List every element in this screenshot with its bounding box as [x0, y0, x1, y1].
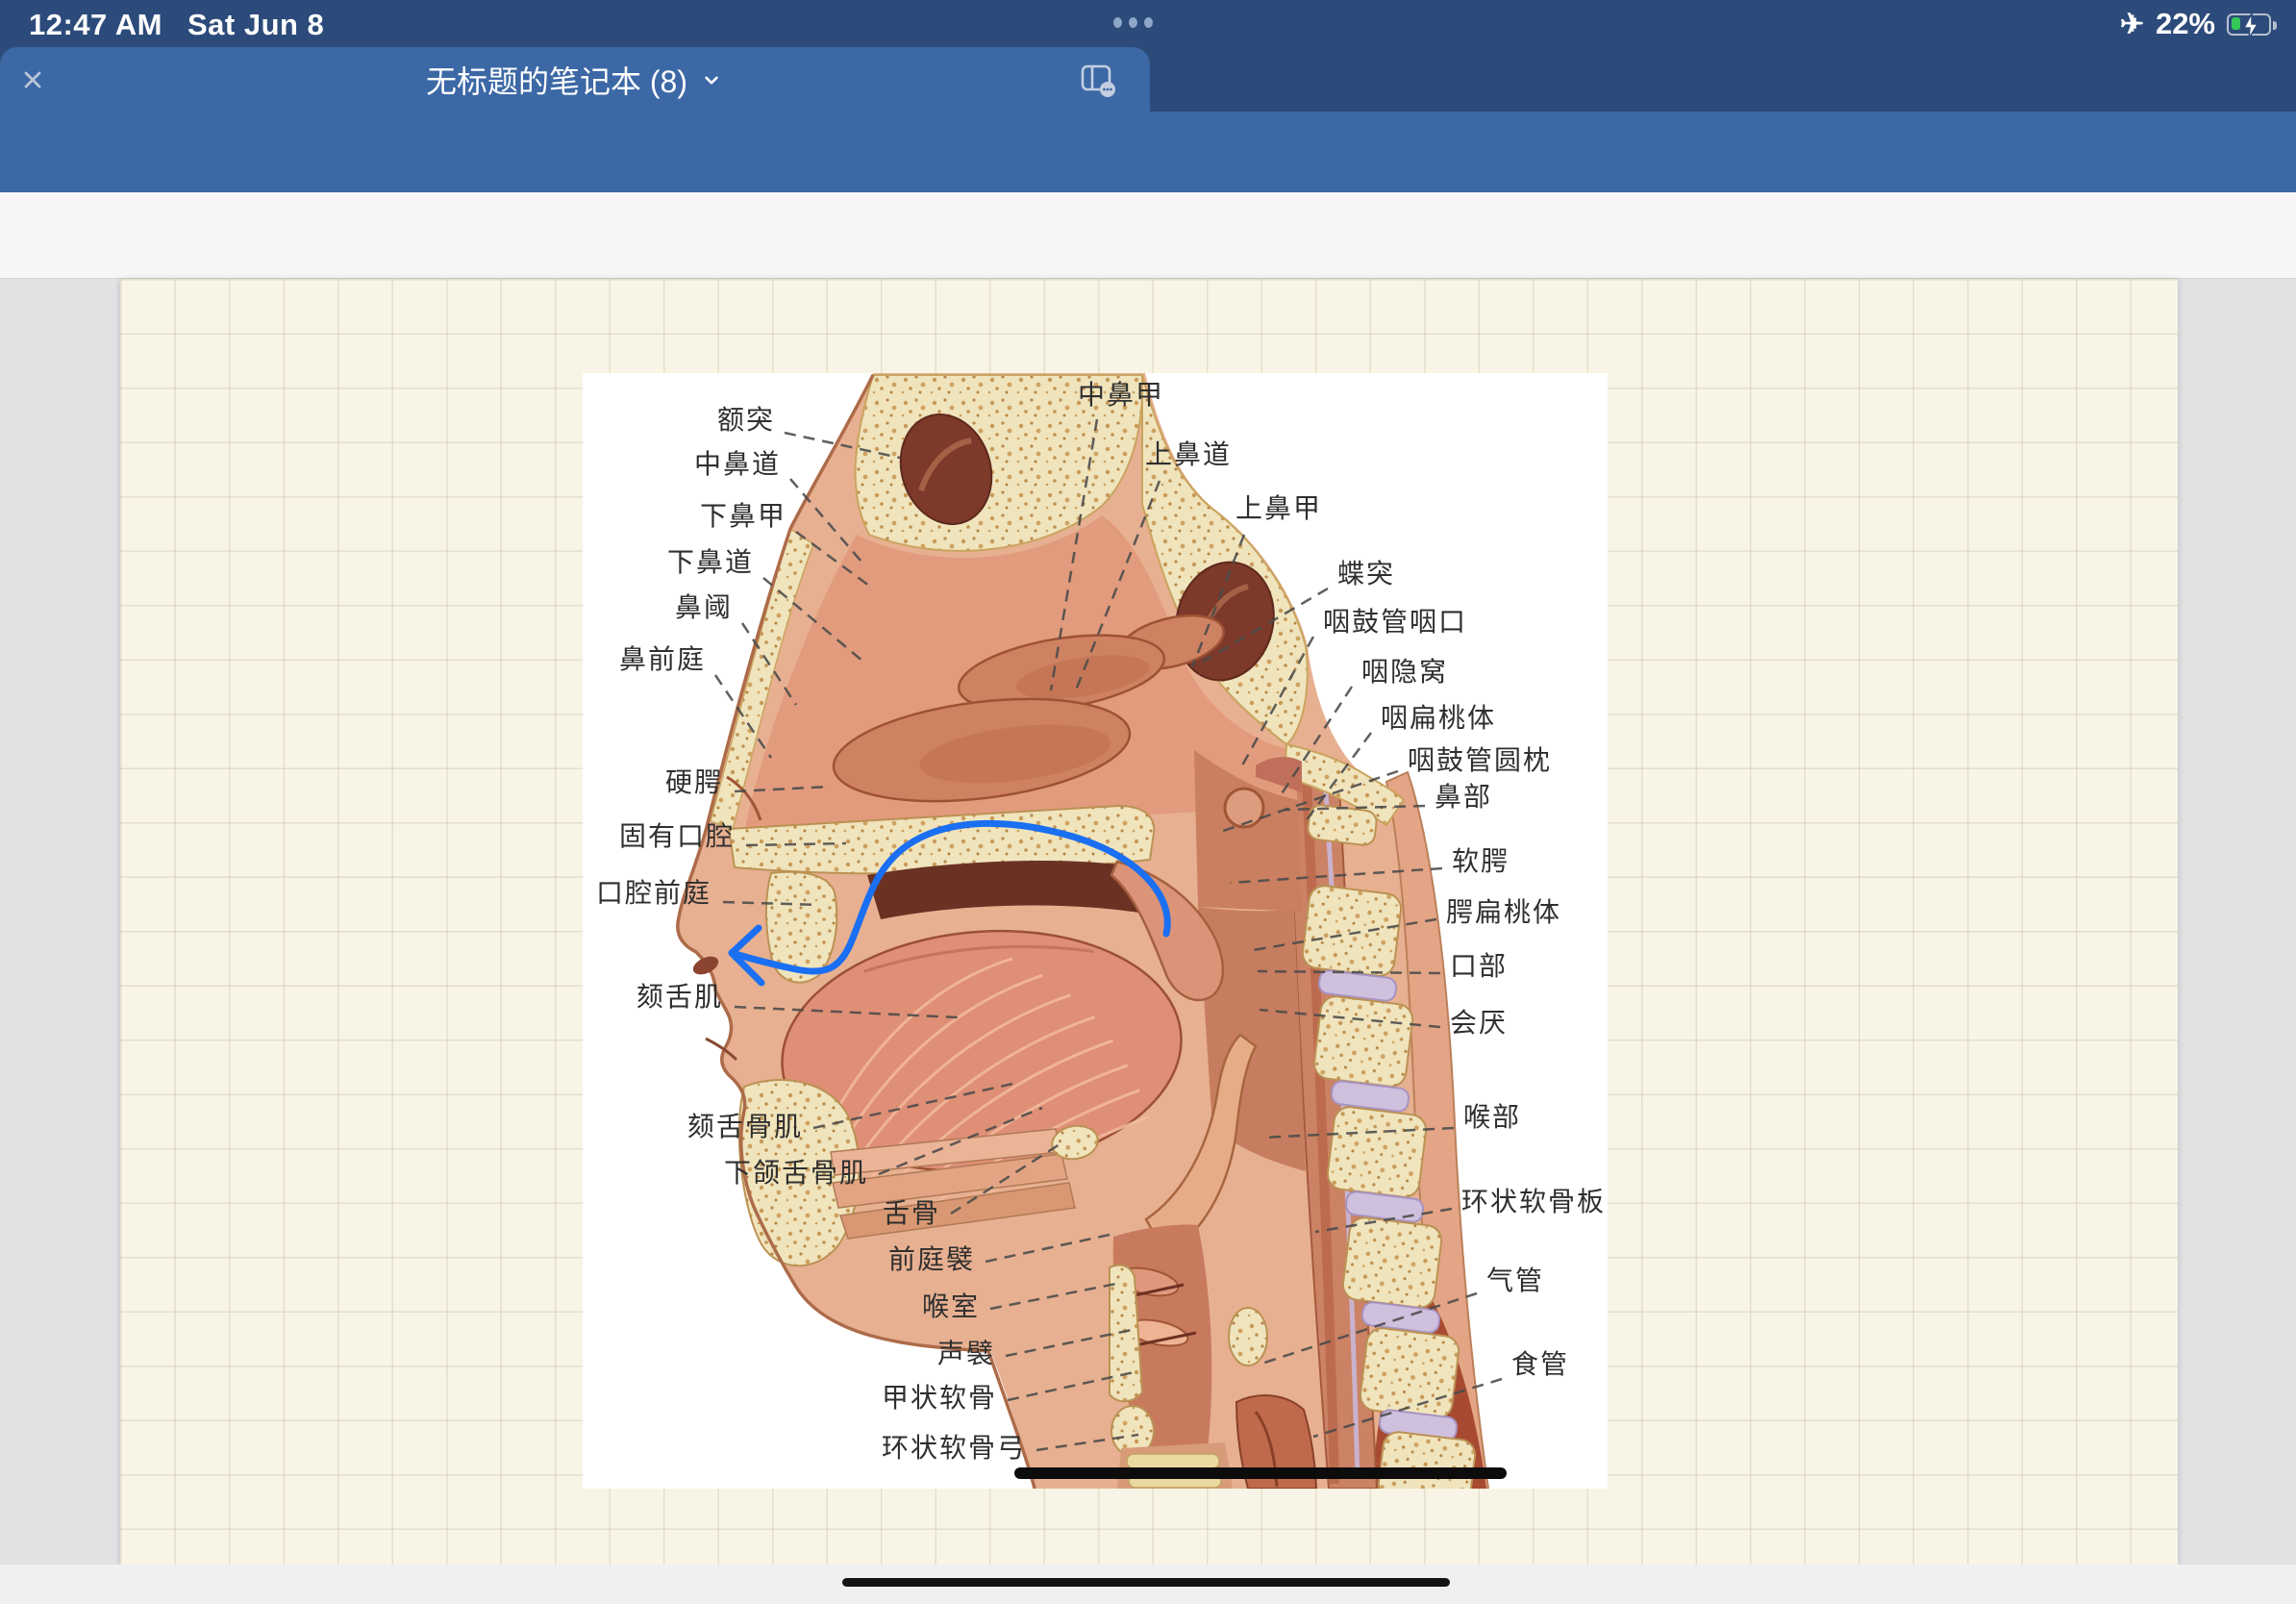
- status-date: Sat Jun 8: [187, 8, 324, 42]
- anatomy-label: 喉室: [922, 1291, 980, 1322]
- anatomy-label: 额突: [717, 404, 775, 436]
- anatomy-label: 固有口腔: [619, 820, 735, 852]
- tools-toolbar: [0, 192, 2296, 279]
- anatomy-label: 咽鼓管圆枕: [1408, 744, 1552, 776]
- anatomy-label: 食管: [1511, 1348, 1569, 1380]
- anatomy-label: 舌骨: [883, 1197, 940, 1229]
- anatomy-label: 硬腭: [665, 766, 723, 798]
- battery-percent: 22%: [2156, 7, 2215, 41]
- anatomy-label: 颏舌骨肌: [687, 1111, 803, 1142]
- airplane-mode-icon: ✈: [2120, 8, 2144, 41]
- battery-charging-icon: [2227, 13, 2271, 36]
- anatomy-label: 下鼻道: [667, 546, 754, 578]
- anatomy-label: 腭扁桃体: [1446, 896, 1561, 928]
- navigation-bar: [0, 112, 2296, 192]
- anatomy-label: 环状软骨板: [1461, 1186, 1606, 1217]
- anatomy-label: 甲状软骨: [882, 1382, 997, 1414]
- anatomy-label: 环状软骨弓: [882, 1432, 1026, 1464]
- anatomy-label: 中鼻甲: [1078, 379, 1164, 411]
- anatomy-label: 咽扁桃体: [1381, 702, 1496, 734]
- anatomy-label: 前庭襞: [888, 1243, 975, 1275]
- anatomy-label: 喉部: [1463, 1101, 1521, 1133]
- anatomy-label: 会厌: [1450, 1007, 1508, 1039]
- head-neck-sagittal-illustration: 额突中鼻道下鼻甲下鼻道鼻阈鼻前庭硬腭固有口腔口腔前庭颏舌肌颏舌骨肌下颌舌骨肌舌骨…: [583, 373, 1608, 1489]
- anatomy-label: 软腭: [1452, 845, 1510, 877]
- anatomy-label: 中鼻道: [694, 448, 781, 480]
- status-bar: 12:47 AM Sat Jun 8 ✈ 22%: [0, 0, 2296, 47]
- anatomy-label: 下鼻甲: [700, 500, 786, 532]
- anatomy-label: 口腔前庭: [596, 877, 711, 909]
- tab-bar: 无标题的笔记本 (8): [0, 47, 2296, 112]
- anatomy-label: 上鼻甲: [1235, 492, 1322, 524]
- anatomy-label: 声襞: [937, 1338, 995, 1369]
- anatomy-label: 鼻部: [1435, 781, 1492, 813]
- notebook-tab[interactable]: 无标题的笔记本 (8): [0, 47, 1150, 112]
- anatomy-label: 口部: [1450, 950, 1508, 982]
- anatomy-label: 颏舌肌: [636, 981, 723, 1013]
- status-time: 12:47 AM: [29, 8, 162, 42]
- split-view-icon[interactable]: [1075, 61, 1117, 99]
- anatomy-label: 鼻前庭: [619, 643, 706, 675]
- anatomy-figure[interactable]: 额突中鼻道下鼻甲下鼻道鼻阈鼻前庭硬腭固有口腔口腔前庭颏舌肌颏舌骨肌下颌舌骨肌舌骨…: [583, 373, 1608, 1489]
- canvas-area: 额突中鼻道下鼻甲下鼻道鼻阈鼻前庭硬腭固有口腔口腔前庭颏舌肌颏舌骨肌下颌舌骨肌舌骨…: [0, 279, 2296, 1604]
- black-marker-stroke[interactable]: [1014, 1467, 1507, 1479]
- anatomy-label: 上鼻道: [1145, 439, 1232, 470]
- home-indicator[interactable]: [842, 1578, 1450, 1587]
- anatomy-label: 咽隐窝: [1361, 656, 1448, 688]
- anatomy-label: 鼻阈: [675, 591, 733, 623]
- anatomy-label: 气管: [1486, 1265, 1544, 1296]
- anatomy-label: 下颌舌骨肌: [724, 1157, 868, 1189]
- multitasking-dots-icon[interactable]: [1113, 17, 1153, 28]
- notebook-title[interactable]: 无标题的笔记本 (8): [426, 58, 687, 102]
- chevron-down-icon[interactable]: [699, 67, 724, 92]
- goodnotes-app: 12:47 AM Sat Jun 8 ✈ 22% 无标题的笔记本 (8): [0, 0, 2296, 1604]
- anatomy-label: 咽鼓管咽口: [1323, 606, 1467, 638]
- anatomy-label: 蝶突: [1337, 558, 1395, 589]
